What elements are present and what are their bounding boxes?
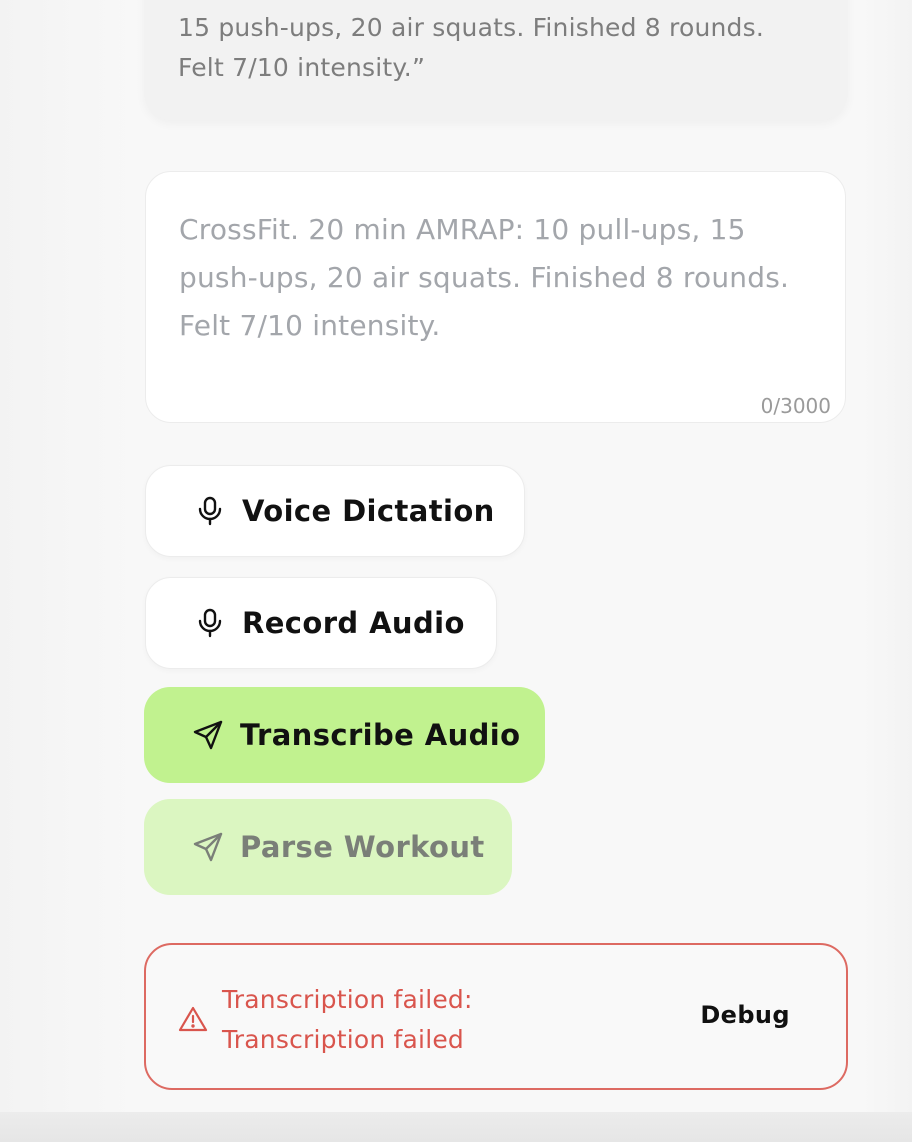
- transcribe-audio-button[interactable]: Transcribe Audio: [144, 687, 545, 783]
- example-prompt-text: 15 push-ups, 20 air squats. Finished 8 r…: [178, 13, 764, 82]
- warning-triangle-icon: [178, 1005, 208, 1033]
- workout-input-placeholder: CrossFit. 20 min AMRAP: 10 pull-ups, 15 …: [179, 213, 790, 342]
- parse-workout-button[interactable]: Parse Workout: [144, 799, 512, 895]
- record-audio-label: Record Audio: [242, 606, 465, 640]
- record-audio-button[interactable]: Record Audio: [145, 577, 497, 669]
- microphone-icon: [194, 607, 226, 639]
- send-icon: [192, 831, 224, 863]
- send-icon: [192, 719, 224, 751]
- example-prompt-card: 15 push-ups, 20 air squats. Finished 8 r…: [144, 0, 848, 120]
- workout-text-input[interactable]: CrossFit. 20 min AMRAP: 10 pull-ups, 15 …: [145, 171, 846, 423]
- microphone-icon: [194, 495, 226, 527]
- parse-workout-label: Parse Workout: [240, 830, 485, 864]
- workout-log-page: 15 push-ups, 20 air squats. Finished 8 r…: [0, 0, 912, 1142]
- debug-button[interactable]: Debug: [700, 1001, 790, 1029]
- character-counter: 0/3000: [760, 394, 831, 418]
- voice-dictation-button[interactable]: Voice Dictation: [145, 465, 525, 557]
- bottom-bar: [0, 1112, 912, 1142]
- voice-dictation-label: Voice Dictation: [242, 494, 495, 528]
- transcribe-audio-label: Transcribe Audio: [240, 718, 521, 752]
- error-message: Transcription failed: Transcription fail…: [222, 985, 473, 1054]
- error-alert: Transcription failed: Transcription fail…: [144, 943, 848, 1090]
